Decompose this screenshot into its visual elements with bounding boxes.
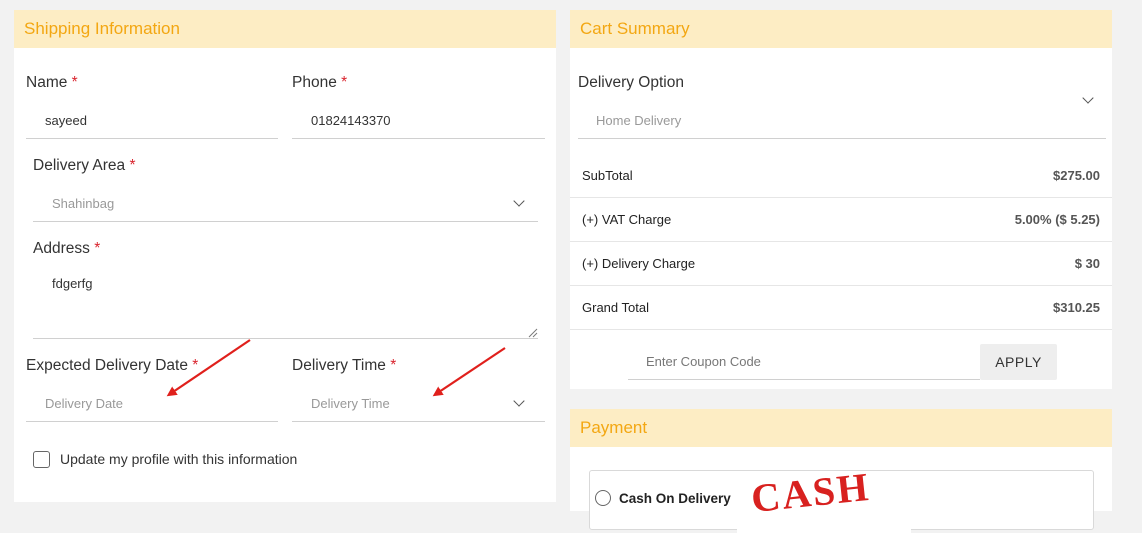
summary-row-grand-total: Grand Total $310.25: [570, 286, 1112, 330]
summary-value: $275.00: [1053, 168, 1100, 183]
summary-row-delivery: (+) Delivery Charge $ 30: [570, 242, 1112, 286]
coupon-input[interactable]: Enter Coupon Code: [646, 354, 761, 369]
summary-row-subtotal: SubTotal $275.00: [570, 154, 1112, 198]
summary-row-vat: (+) VAT Charge 5.00% ($ 5.25): [570, 198, 1112, 242]
apply-coupon-button[interactable]: APPLY: [980, 344, 1057, 380]
payment-option-box: Cash On Delivery CASH: [589, 470, 1094, 533]
payment-card: Payment Cash On Delivery CASH: [570, 409, 1112, 533]
payment-title: Payment: [570, 409, 1112, 447]
cart-summary-card: Cart Summary Delivery Option Home Delive…: [570, 10, 1112, 389]
summary-value: 5.00% ($ 5.25): [1014, 212, 1100, 227]
cash-stamp-text: CASH: [748, 473, 873, 522]
cash-on-delivery-radio[interactable]: [595, 490, 611, 506]
annotation-arrow-date: [166, 339, 251, 397]
coupon-underline: [628, 379, 980, 380]
chevron-down-icon[interactable]: [1082, 92, 1094, 104]
delivery-option-label: Delivery Option: [578, 74, 684, 91]
delivery-option-select[interactable]: Home Delivery: [596, 113, 681, 128]
summary-value: $ 30: [1074, 256, 1100, 271]
summary-label: SubTotal: [582, 168, 633, 183]
summary-label: Grand Total: [582, 300, 649, 315]
annotation-arrow-time: [432, 347, 506, 397]
summary-label: (+) Delivery Charge: [582, 256, 696, 271]
cash-stamp-image: CASH: [737, 473, 911, 533]
summary-label: (+) VAT Charge: [582, 212, 672, 227]
summary-value: $310.25: [1053, 300, 1100, 315]
cart-summary-title: Cart Summary: [570, 10, 1112, 48]
delivery-option-underline: [578, 138, 1106, 139]
cash-on-delivery-label: Cash On Delivery: [619, 491, 731, 506]
